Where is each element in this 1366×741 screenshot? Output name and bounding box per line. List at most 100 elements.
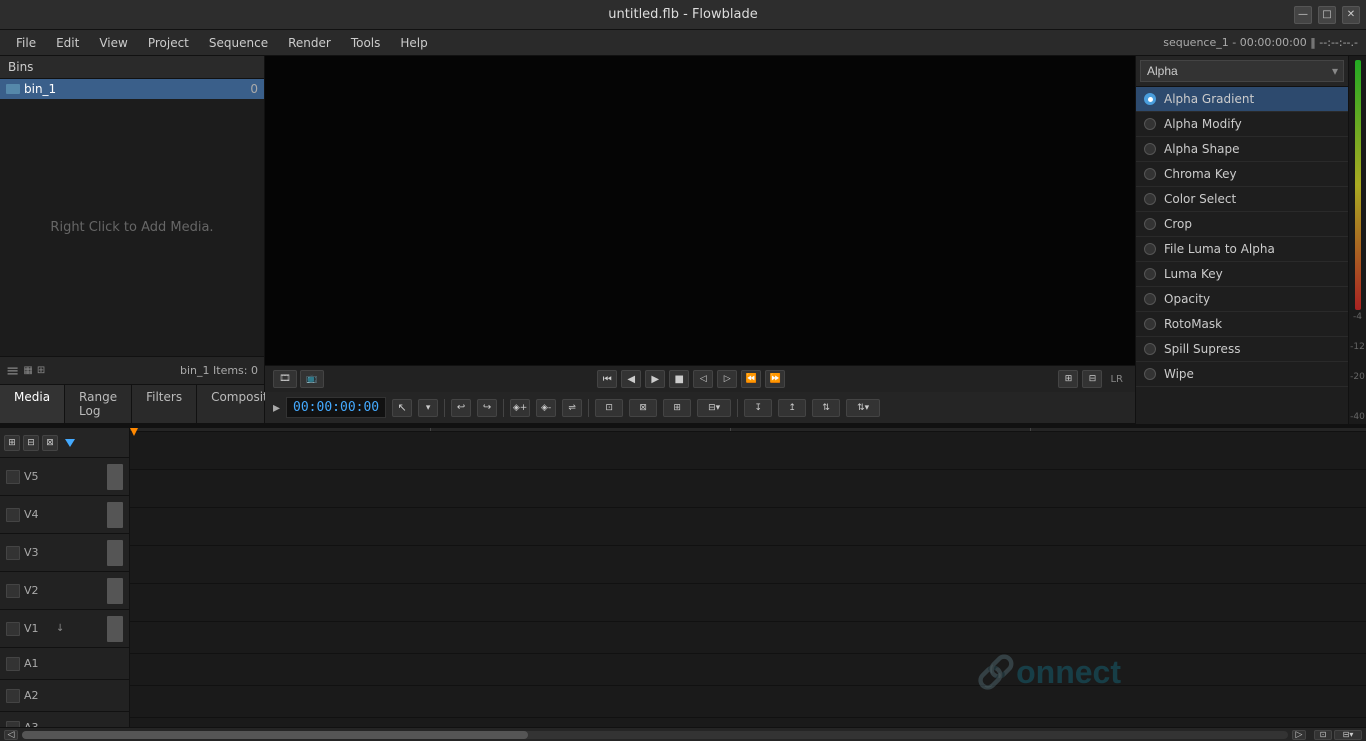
v5-mute[interactable] [6,470,20,484]
menu-sequence[interactable]: Sequence [201,33,276,53]
filter-label: Crop [1164,217,1192,231]
a1-mute[interactable] [6,657,20,671]
minimize-button[interactable]: — [1294,6,1312,24]
next-mark-btn[interactable]: ⏩ [765,370,785,388]
stop-btn[interactable]: ■ [669,370,689,388]
tl-v2 [130,546,1366,584]
filmstrip-btn[interactable]: 🎞 [273,370,297,388]
undo-btn[interactable]: ↩ [451,399,471,417]
filter-item[interactable]: Wipe [1136,362,1348,387]
prev-mark-btn[interactable]: ⏪ [741,370,761,388]
hamburger-icon[interactable]: ≡ [6,361,19,380]
tool-b[interactable]: ⊠ [629,399,657,417]
layout-btn2[interactable]: ⊟ [1082,370,1102,388]
vu-label-40: -40 [1350,412,1365,422]
filter-item[interactable]: Alpha Modify [1136,112,1348,137]
del-keyframe-btn[interactable]: ◈- [536,399,556,417]
zoom-toggle-btn[interactable]: ⊟▾ [1334,730,1362,740]
scroll-right-btn[interactable]: ▷ [1292,730,1306,740]
menu-tools[interactable]: Tools [343,33,389,53]
v3-label: V3 [24,546,52,559]
h-scrollbar-track[interactable] [22,731,1288,739]
v1-label: V1 [24,622,52,635]
timeline-content: 00:00:00:15 00:00:01:00 00:00:01:15 [130,428,1366,727]
filter-radio [1144,343,1156,355]
track-v4: V4 [0,496,129,534]
sep2 [503,399,504,417]
step-back-btn[interactable]: ◀ [621,370,641,388]
filter-item[interactable]: Spill Supress [1136,337,1348,362]
a2-mute[interactable] [6,689,20,703]
track-tool-3[interactable]: ⊠ [42,435,58,451]
a1-label: A1 [24,657,52,670]
tool-h[interactable]: ⇅▾ [846,399,880,417]
filter-radio [1144,168,1156,180]
filters-panel: Alpha Color Motion Alpha Gradient Alpha M… [1136,56,1348,424]
tool-a[interactable]: ⊡ [595,399,623,417]
v2-mute[interactable] [6,584,20,598]
filter-label: RotoMask [1164,317,1222,331]
tool-f[interactable]: ↥ [778,399,806,417]
track-a2: A2 [0,680,129,712]
sync-btn[interactable]: ⇌ [562,399,582,417]
grid-icon-large[interactable]: ⊞ [37,365,45,376]
tool-g[interactable]: ⇅ [812,399,840,417]
v1-mute[interactable] [6,622,20,636]
menu-edit[interactable]: Edit [48,33,87,53]
filter-item[interactable]: Luma Key [1136,262,1348,287]
close-button[interactable]: ✕ [1342,6,1360,24]
bottom-right-controls: ⊡ ⊟▾ [1314,730,1362,740]
tab-rangelog[interactable]: Range Log [65,385,132,423]
bin-icon [6,84,20,94]
goto-start-btn[interactable]: ⏮ [597,370,617,388]
filter-item[interactable]: Crop [1136,212,1348,237]
filter-label: Alpha Shape [1164,142,1240,156]
tool-e[interactable]: ↧ [744,399,772,417]
menu-render[interactable]: Render [280,33,339,53]
timecode[interactable]: 00:00:00:00 [286,397,386,418]
pointer-dropdown[interactable]: ▾ [418,399,438,417]
maximize-button[interactable]: □ [1318,6,1336,24]
v3-mute[interactable] [6,546,20,560]
track-v5: V5 [0,458,129,496]
filter-item[interactable]: Color Select [1136,187,1348,212]
filter-dropdown-wrapper: Alpha Color Motion [1140,60,1344,82]
v1-arrow: ↓ [56,623,64,634]
tool-d[interactable]: ⊟▾ [697,399,731,417]
menu-bar: File Edit View Project Sequence Render T… [0,30,1366,56]
filter-item[interactable]: Opacity [1136,287,1348,312]
filter-item[interactable]: RotoMask [1136,312,1348,337]
filter-item[interactable]: File Luma to Alpha [1136,237,1348,262]
filter-item[interactable]: Chroma Key [1136,162,1348,187]
v4-color [107,502,123,528]
track-tool-2[interactable]: ⊟ [23,435,39,451]
menu-view[interactable]: View [91,33,135,53]
monitor-btn[interactable]: 📺 [300,370,324,388]
timeline-marker-icon[interactable]: ▸ [273,400,280,416]
menu-help[interactable]: Help [392,33,435,53]
v4-mute[interactable] [6,508,20,522]
pointer-tool[interactable]: ↖ [392,399,412,417]
menu-file[interactable]: File [8,33,44,53]
tab-filters[interactable]: Filters [132,385,197,423]
filter-item[interactable]: Alpha Gradient [1136,87,1348,112]
filter-label: Alpha Modify [1164,117,1242,131]
layout-btn1[interactable]: ⊞ [1058,370,1078,388]
preview-area [265,56,1135,365]
tool-c[interactable]: ⊞ [663,399,691,417]
menu-project[interactable]: Project [140,33,197,53]
zoom-fit-btn[interactable]: ⊡ [1314,730,1332,740]
add-keyframe-btn[interactable]: ◈+ [510,399,530,417]
grid-icon-small[interactable]: ▦ [23,365,32,376]
mark-in-btn[interactable]: ◁ [693,370,713,388]
track-tool-1[interactable]: ⊞ [4,435,20,451]
filter-item[interactable]: Alpha Shape [1136,137,1348,162]
filter-dropdown[interactable]: Alpha Color Motion [1140,60,1344,82]
tab-media[interactable]: Media [0,385,65,423]
scroll-left-btn[interactable]: ◁ [4,730,18,740]
bin-row[interactable]: bin_1 0 [0,79,264,99]
mark-out-btn[interactable]: ▷ [717,370,737,388]
play-btn[interactable]: ▶ [645,370,665,388]
bin-count: 0 [250,82,258,96]
redo-btn[interactable]: ↪ [477,399,497,417]
